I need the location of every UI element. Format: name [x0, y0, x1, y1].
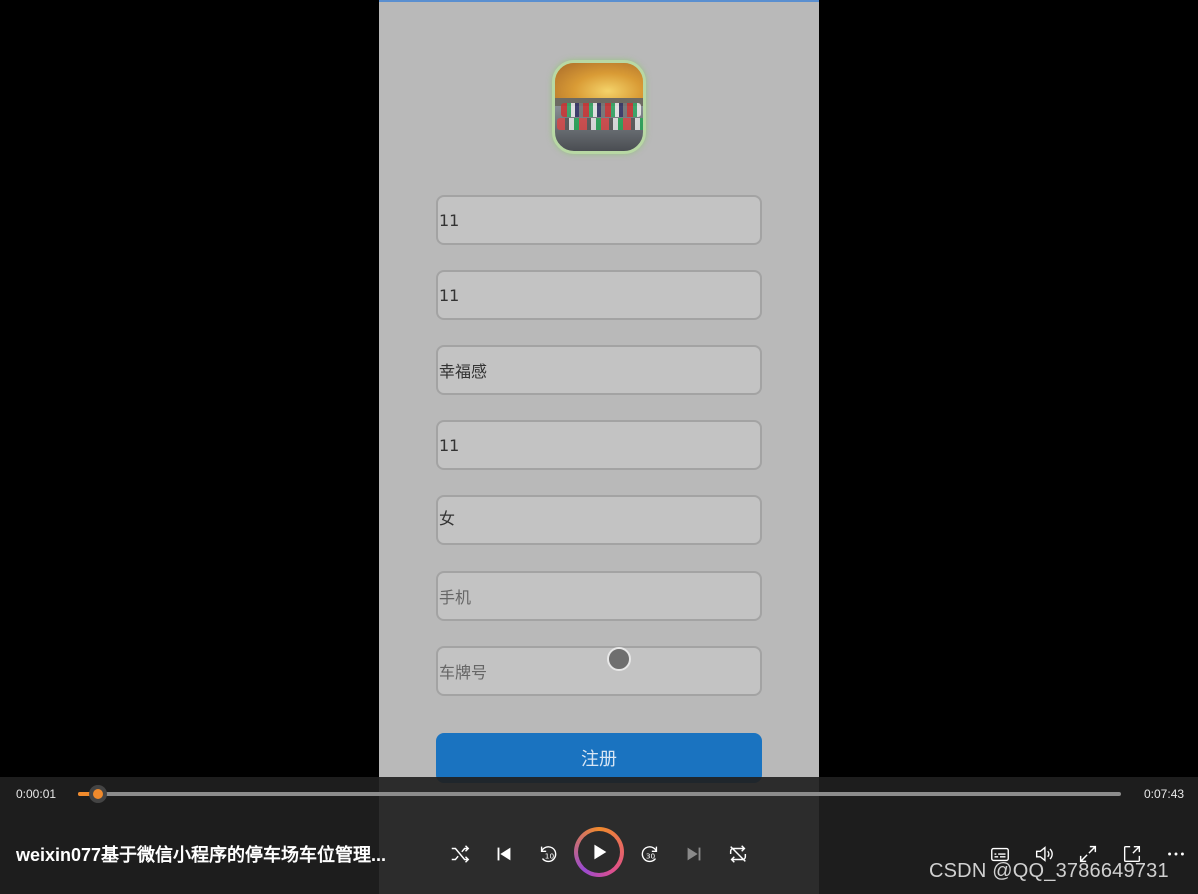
- plate-number-field[interactable]: 车牌号: [436, 646, 762, 696]
- form-field-2[interactable]: 11: [436, 270, 762, 320]
- form-field-4[interactable]: 11: [436, 420, 762, 470]
- previous-icon[interactable]: [491, 841, 517, 867]
- svg-text:30: 30: [646, 852, 656, 861]
- forward-30-icon[interactable]: 30: [637, 841, 663, 867]
- app-logo: [552, 60, 646, 154]
- play-icon: [578, 831, 620, 873]
- shuffle-icon[interactable]: [447, 841, 473, 867]
- watermark: CSDN @QQ_3786649731: [929, 860, 1169, 882]
- rewind-10-icon[interactable]: 10: [535, 841, 561, 867]
- form-field-3[interactable]: 幸福感: [436, 345, 762, 395]
- seek-thumb[interactable]: [89, 785, 107, 803]
- seek-bar[interactable]: [78, 785, 1121, 803]
- gender-field[interactable]: 女: [436, 495, 762, 545]
- total-time: 0:07:43: [1144, 787, 1185, 801]
- touch-indicator: [607, 647, 631, 671]
- video-title: weixin077基于微信小程序的停车场车位管理...: [16, 845, 387, 865]
- form-field-1[interactable]: 11: [436, 195, 762, 245]
- current-time: 0:00:01: [16, 787, 57, 801]
- register-button[interactable]: 注册: [436, 733, 762, 783]
- phone-field[interactable]: 手机: [436, 571, 762, 621]
- phone-screen: 11 11 幸福感 11 女 手机 车牌号 注册: [379, 0, 819, 894]
- next-icon[interactable]: [681, 841, 707, 867]
- repeat-off-icon[interactable]: [725, 841, 751, 867]
- svg-text:10: 10: [545, 852, 555, 861]
- play-button[interactable]: [574, 827, 624, 877]
